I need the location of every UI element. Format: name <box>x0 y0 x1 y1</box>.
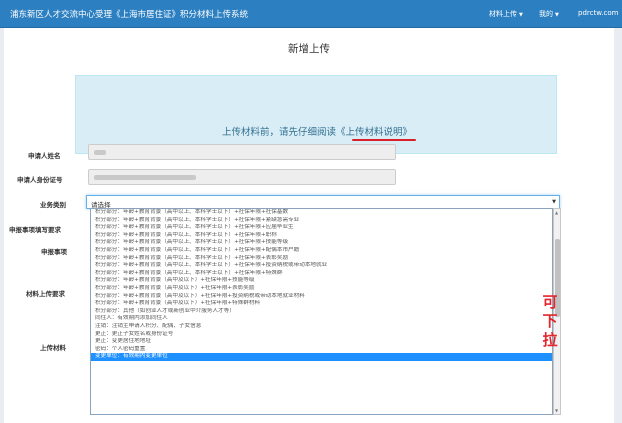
dropdown-option[interactable]: 积分部分：年龄+教育背景（高中及以下）+社保年限+表彰奖励 <box>91 285 552 293</box>
dropdown-option[interactable]: 密码：个人密码重置 <box>91 346 552 354</box>
business-type-select[interactable]: 请选择 ▼ <box>86 195 560 209</box>
applicant-name-label: 申请人姓名 <box>28 152 61 160</box>
dropdown-option-selected[interactable]: 变更单位：有效期内变更单位 <box>91 353 552 361</box>
items-label: 申报事项 <box>41 248 67 256</box>
dropdown-option[interactable]: 积分部分：年龄+教育背景（高中以上、本科学士以下）+社保年限+表彰奖励 <box>91 255 552 263</box>
scroll-up-arrow-icon[interactable]: ▲ <box>555 210 558 215</box>
annotation-char: 拉 <box>542 331 558 349</box>
annotation-char: 可 <box>542 293 558 311</box>
upload-requirements-label: 材料上传要求 <box>26 290 65 298</box>
main-card: 新增上传 上传材料前，请先仔细阅读《上传材料说明》 申请人姓名 申请人身份证号 … <box>4 28 614 423</box>
dropdown-option[interactable]: 积分部分：年龄+教育背景（高中以上、本科学士以下）+社保年限+配偶本市户籍 <box>91 247 552 255</box>
upload-files-label: 上传材料 <box>40 344 66 352</box>
chevron-down-icon: ▼ <box>552 199 556 205</box>
notice-box: 上传材料前，请先仔细阅读《上传材料说明》 <box>75 75 557 154</box>
dropdown-option[interactable]: 积分部分：年龄+教育背景（高中以上、本科学士以下）+社保年限+职称 <box>91 232 552 240</box>
scrollable-annotation: 可 下 拉 <box>540 293 560 350</box>
site-link[interactable]: pdrctw.com <box>578 9 618 17</box>
chevron-down-icon: ▼ <box>555 12 559 18</box>
business-type-dropdown-list[interactable]: 积分部分：年龄+教育背景（高中以上、本科学士以下）+社保年限+社保基数 积分部分… <box>90 208 553 415</box>
chevron-down-icon: ▼ <box>519 12 523 18</box>
notice-text: 上传材料前，请先仔细阅读《上传材料说明》 <box>76 124 558 138</box>
menu-upload[interactable]: 材料上传 ▼ <box>489 9 523 19</box>
menu-mine-label: 我的 <box>539 10 553 18</box>
applicant-name-input[interactable] <box>88 144 396 160</box>
dropdown-option[interactable]: 积分部分：年龄+教育背景（高中及以下）+社保年限+特殊群材料 <box>91 300 552 308</box>
app-title: 浦东新区人才交流中心受理《上海市居住证》积分材料上传系统 <box>10 10 249 20</box>
top-navbar: 浦东新区人才交流中心受理《上海市居住证》积分材料上传系统 材料上传 ▼ 我的 ▼ p… <box>0 0 622 28</box>
business-type-label: 业务类别 <box>40 201 66 209</box>
dropdown-option[interactable]: 积分部分：年龄+教育背景（高中以上、本科学士以下）+社保年限+社保基数 <box>91 209 552 217</box>
dropdown-option[interactable]: 积分部分：其他（如创业人才或新创业中介服务人才等） <box>91 308 552 316</box>
menu-upload-label: 材料上传 <box>489 10 517 18</box>
items-fill-label: 申报事项填写要求 <box>9 226 61 234</box>
menu-mine[interactable]: 我的 ▼ <box>539 9 559 19</box>
dropdown-option[interactable]: 积分部分：年龄+教育背景（高中以上、本科学士以下）+社保年限+技能等级 <box>91 239 552 247</box>
dropdown-option[interactable]: 积分部分：年龄+教育背景（高中及以下）+社保年限+投资纳税或带动本地就业材料 <box>91 293 552 301</box>
dropdown-option[interactable]: 更正：变更居住地地址 <box>91 338 552 346</box>
dropdown-option[interactable]: 积分部分：年龄+教育背景（高中以上、本科学士以下）+社保年限+紧缺急需专业 <box>91 217 552 225</box>
redacted-value <box>94 150 106 155</box>
red-underline-mark <box>352 139 416 141</box>
redacted-value <box>94 175 196 180</box>
dropdown-option[interactable]: 更正：更正子女姓名或身份证号 <box>91 331 552 339</box>
notice-prefix: 上传材料前，请先仔细阅读 <box>221 127 336 138</box>
dropdown-option[interactable]: 同住人：有效期内添加同住人 <box>91 315 552 323</box>
dropdown-option[interactable]: 注销：注销主申请人积分、配偶、子女信息 <box>91 323 552 331</box>
dropdown-option[interactable]: 积分部分：年龄+教育背景（高中及以下）+社保年限+技能等级 <box>91 277 552 285</box>
upload-instructions-link[interactable]: 《上传材料说明》 <box>336 127 412 138</box>
page-title: 新增上传 <box>288 43 330 55</box>
applicant-id-label: 申请人身份证号 <box>17 176 63 184</box>
dropdown-option[interactable]: 积分部分：年龄+教育背景（高中以上、本科学士以下）+社保年限+特殊群 <box>91 270 552 278</box>
annotation-char: 下 <box>542 312 558 330</box>
applicant-id-input[interactable] <box>88 169 396 185</box>
scroll-down-arrow-icon[interactable]: ▼ <box>555 408 558 413</box>
dropdown-option[interactable]: 积分部分：年龄+教育背景（高中以上、本科学士以下）+社保年限+投资纳税或带动本地… <box>91 262 552 270</box>
dropdown-option[interactable]: 积分部分：年龄+教育背景（高中以上、本科学士以下）+社保年限+应届毕业生 <box>91 224 552 232</box>
